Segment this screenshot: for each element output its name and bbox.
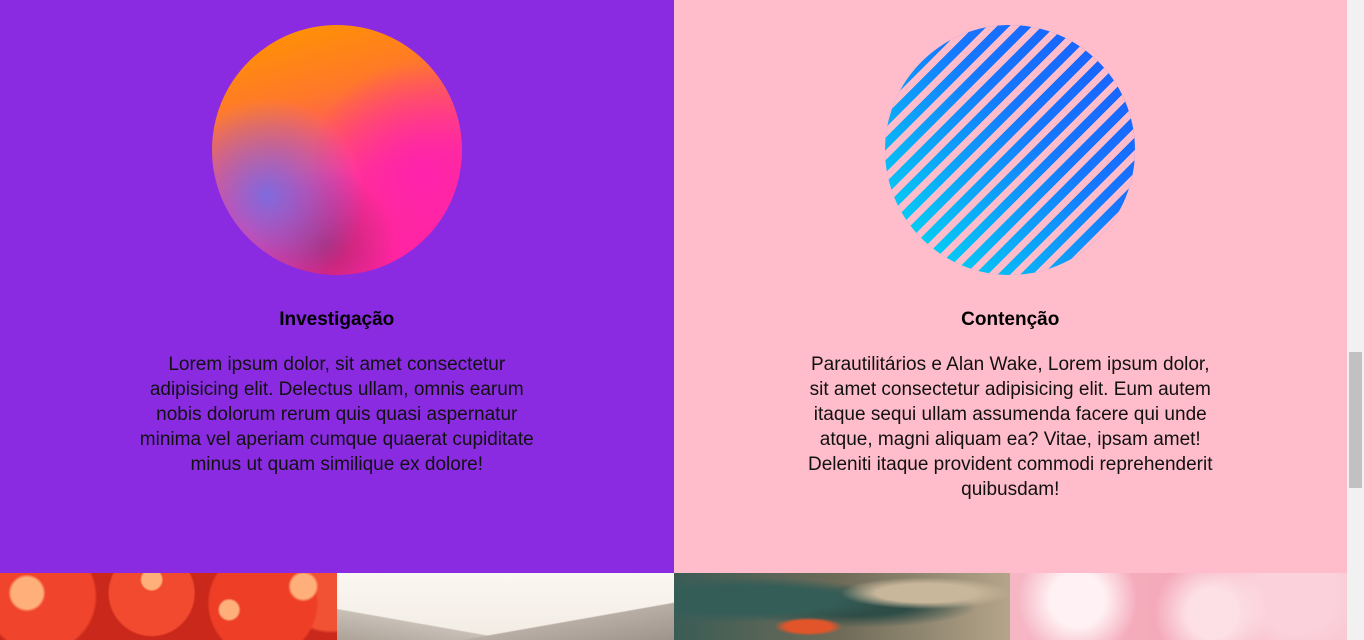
leaves-flower-photo[interactable] [673, 573, 1011, 640]
photo-gallery [0, 573, 1347, 640]
tomatoes-photo[interactable] [0, 573, 337, 640]
feature-description: Parautilitários e Alan Wake, Lorem ipsum… [807, 354, 1213, 500]
feature-card-contencao: Contenção Parautilitários e Alan Wake, L… [673, 0, 1347, 573]
feature-title: Contenção [961, 309, 1060, 330]
feature-card-investigacao: Investigação Lorem ipsum dolor, sit amet… [0, 0, 674, 573]
mountains-photo[interactable] [336, 573, 674, 640]
pink-blossom-photo[interactable] [1010, 573, 1347, 640]
gradient-sphere-icon [211, 25, 462, 275]
striped-sphere-icon [885, 25, 1136, 275]
feature-description: Lorem ipsum dolor, sit amet consectetur … [139, 354, 534, 475]
feature-title: Investigação [279, 309, 395, 330]
scrollbar-thumb[interactable] [1349, 352, 1362, 488]
vertical-scrollbar[interactable] [1347, 0, 1364, 640]
features-section: Investigação Lorem ipsum dolor, sit amet… [0, 0, 1347, 573]
page: Investigação Lorem ipsum dolor, sit amet… [0, 0, 1347, 640]
